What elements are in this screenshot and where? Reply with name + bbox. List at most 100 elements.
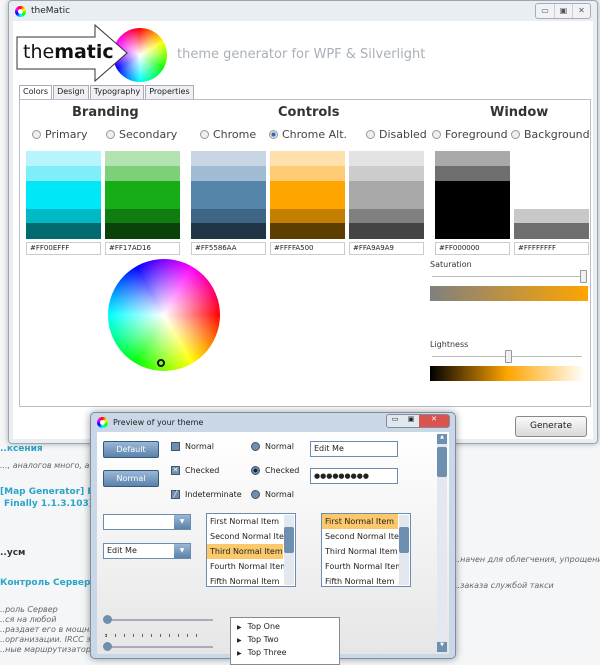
title-bar[interactable]: theMatic bbox=[9, 1, 597, 21]
swatch-shade[interactable] bbox=[514, 181, 589, 209]
checkbox-indeterminate[interactable]: ╱ Indeterminate bbox=[171, 490, 242, 499]
swatch-shade[interactable] bbox=[514, 209, 589, 223]
swatch-shade[interactable] bbox=[105, 151, 180, 166]
lightness-slider[interactable] bbox=[505, 350, 512, 363]
list-item[interactable]: Fifth Normal Item bbox=[322, 574, 398, 586]
swatch-shade[interactable] bbox=[349, 223, 424, 239]
swatch-shade[interactable] bbox=[26, 181, 101, 209]
combo-box-edit[interactable]: Edit Me ▼ bbox=[103, 543, 191, 559]
swatch-shade[interactable] bbox=[514, 166, 589, 181]
swatch-shade[interactable] bbox=[349, 181, 424, 209]
swatch-shade[interactable] bbox=[349, 209, 424, 223]
swatch-shade[interactable] bbox=[435, 223, 510, 239]
swatch-shade[interactable] bbox=[270, 223, 345, 239]
swatch-shade[interactable] bbox=[26, 151, 101, 166]
radio-normal-2[interactable]: Normal bbox=[251, 490, 294, 499]
scroll-up-icon[interactable]: ▲ bbox=[437, 434, 447, 444]
radio-foreground[interactable]: Foreground bbox=[432, 128, 508, 141]
swatch-shade[interactable] bbox=[191, 223, 266, 239]
expand-arrow-icon[interactable]: ▶ bbox=[237, 624, 242, 631]
radio-checked[interactable]: Checked bbox=[251, 466, 299, 475]
swatch-shade[interactable] bbox=[105, 181, 180, 209]
list-item[interactable]: Fourth Normal Item bbox=[207, 559, 288, 574]
tab-design[interactable]: Design bbox=[53, 85, 89, 100]
hex-input[interactable]: #FF000000 bbox=[435, 242, 510, 255]
swatch-shade[interactable] bbox=[270, 209, 345, 223]
swatch-shade[interactable] bbox=[191, 151, 266, 166]
combo-box-empty[interactable]: ▼ bbox=[103, 514, 191, 530]
radio-chrome-alt[interactable]: Chrome Alt. bbox=[269, 128, 347, 141]
hex-input[interactable]: #FFFFA500 bbox=[270, 242, 345, 255]
list-item[interactable]: Third Normal Item bbox=[207, 544, 283, 559]
expand-arrow-icon[interactable]: ▶ bbox=[237, 637, 242, 644]
swatch-shade[interactable] bbox=[26, 209, 101, 223]
swatch-shade[interactable] bbox=[270, 181, 345, 209]
radio-disabled[interactable]: Disabled bbox=[366, 128, 427, 141]
list-item[interactable]: Fifth Normal Item bbox=[207, 574, 283, 586]
list-item[interactable]: Fourth Normal Item bbox=[322, 559, 403, 574]
hex-input[interactable]: #FFA9A9A9 bbox=[349, 242, 424, 255]
preview-close-button[interactable]: ✕ bbox=[419, 415, 449, 427]
preview-minimize-button[interactable]: ▭ bbox=[387, 415, 403, 427]
swatch-shade[interactable] bbox=[435, 166, 510, 181]
password-box[interactable]: ●●●●●●●●● bbox=[310, 468, 398, 484]
color-swatch[interactable] bbox=[26, 151, 101, 239]
close-button[interactable]: ✕ bbox=[572, 4, 590, 18]
color-swatch[interactable] bbox=[435, 151, 510, 239]
minimize-button[interactable]: ▭ bbox=[536, 4, 554, 18]
list-item[interactable]: Second Normal Item bbox=[207, 529, 292, 544]
color-wheel[interactable] bbox=[108, 259, 220, 371]
normal-button[interactable]: Normal bbox=[103, 470, 159, 487]
list-scrollbar[interactable] bbox=[284, 515, 294, 585]
tree-item[interactable]: ▶ Top One bbox=[237, 621, 339, 634]
swatch-shade[interactable] bbox=[270, 151, 345, 166]
swatch-shade[interactable] bbox=[435, 181, 510, 209]
radio-primary[interactable]: Primary bbox=[32, 128, 88, 141]
preview-scrollbar[interactable]: ▲ ▼ bbox=[437, 434, 447, 652]
hex-input[interactable]: #FF5586AA bbox=[191, 242, 266, 255]
list-item[interactable]: First Normal Item bbox=[207, 514, 283, 529]
swatch-shade[interactable] bbox=[105, 209, 180, 223]
list-item[interactable]: Second Normal Item bbox=[322, 529, 407, 544]
swatch-shade[interactable] bbox=[435, 209, 510, 223]
radio-chrome[interactable]: Chrome bbox=[200, 128, 256, 141]
hex-input[interactable]: #FFFFFFFF bbox=[514, 242, 589, 255]
color-swatch[interactable] bbox=[270, 151, 345, 239]
tab-properties[interactable]: Properties bbox=[145, 85, 194, 100]
list-scrollbar[interactable] bbox=[399, 515, 409, 585]
swatch-shade[interactable] bbox=[514, 151, 589, 166]
color-swatch[interactable] bbox=[105, 151, 180, 239]
hex-input[interactable]: #FF00EFFF bbox=[26, 242, 101, 255]
chevron-down-icon[interactable]: ▼ bbox=[174, 544, 190, 558]
scroll-thumb[interactable] bbox=[437, 447, 447, 477]
hex-input[interactable]: #FF17AD16 bbox=[105, 242, 180, 255]
swatch-shade[interactable] bbox=[435, 151, 510, 166]
swatch-shade[interactable] bbox=[191, 166, 266, 181]
expand-arrow-icon[interactable]: ▶ bbox=[237, 650, 242, 657]
radio-background[interactable]: Background bbox=[511, 128, 590, 141]
swatch-shade[interactable] bbox=[191, 209, 266, 223]
swatch-shade[interactable] bbox=[270, 166, 345, 181]
color-swatch[interactable] bbox=[191, 151, 266, 239]
checkbox-normal[interactable]: Normal bbox=[171, 442, 214, 451]
default-button[interactable]: Default bbox=[103, 441, 159, 458]
swatch-shade[interactable] bbox=[105, 166, 180, 181]
slider-thumb[interactable] bbox=[103, 615, 112, 624]
tab-typography[interactable]: Typography bbox=[89, 85, 145, 100]
saturation-slider[interactable] bbox=[580, 270, 587, 283]
color-wheel-marker[interactable] bbox=[157, 359, 165, 367]
swatch-shade[interactable] bbox=[191, 181, 266, 209]
preview-maximize-button[interactable]: ▣ bbox=[403, 415, 419, 427]
chevron-down-icon[interactable]: ▼ bbox=[174, 515, 190, 529]
tree-item[interactable]: ▶ Top Three bbox=[237, 647, 339, 660]
color-swatch[interactable] bbox=[514, 151, 589, 239]
radio-secondary[interactable]: Secondary bbox=[106, 128, 177, 141]
list-item[interactable]: First Normal Item bbox=[322, 514, 398, 529]
swatch-shade[interactable] bbox=[514, 223, 589, 239]
radio-normal[interactable]: Normal bbox=[251, 442, 294, 451]
swatch-shade[interactable] bbox=[349, 151, 424, 166]
swatch-shade[interactable] bbox=[349, 166, 424, 181]
tab-colors[interactable]: Colors bbox=[19, 85, 53, 100]
list-item[interactable]: Third Normal Item bbox=[322, 544, 398, 559]
checkbox-checked[interactable]: ✕ Checked bbox=[171, 466, 219, 475]
